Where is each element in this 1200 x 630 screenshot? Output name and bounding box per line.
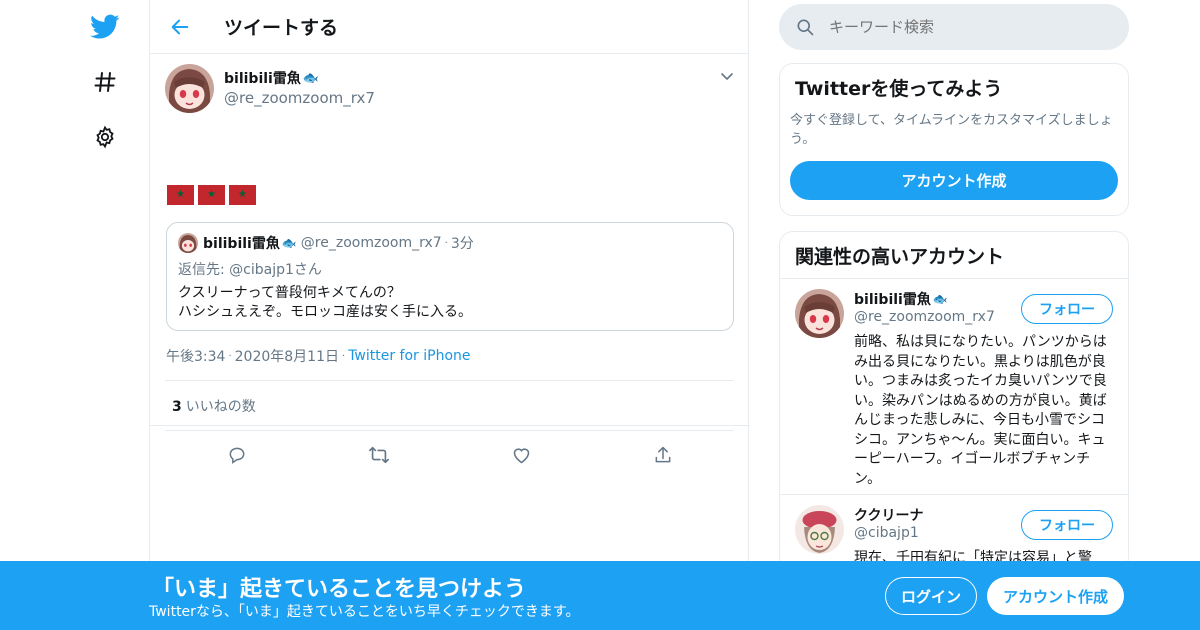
morocco-flag-icon: ★ [229,185,256,205]
tweet-author[interactable]: bilibili雷魚 🐟 @re_zoomzoom_rx7 [224,68,375,108]
account-name[interactable]: ククリーナ [854,505,923,525]
account-item[interactable]: bilibili雷魚 🐟 @re_zoomzoom_rx7 フォロー 前略、私は… [780,278,1128,494]
retweet-icon[interactable] [363,439,395,471]
morocco-flag-icon: ★ [198,185,225,205]
signup-card-title: Twitterを使ってみよう [795,78,1003,100]
separator-dot: · [444,237,448,249]
divider [165,380,734,381]
author-name[interactable]: bilibili雷魚 🐟 [224,68,375,88]
avatar[interactable] [165,64,214,113]
tweet-meta: 午後3:34 · 2020年8月11日 · Twitter for iPhone [166,346,471,366]
avatar[interactable] [795,289,844,338]
signup-bottom-bar: 「いま」起きていることを見つけよう Twitterなら、「いま」起きていることを… [0,561,1200,630]
main-column: ツイートする bilibili雷魚 🐟 @re_zoomzoom_rx7 ★ ★… [149,0,750,630]
quoted-tweet[interactable]: bilibili雷魚 🐟 @re_zoomzoom_rx7 · 3分 返信先: … [166,222,734,331]
settings-gear-icon[interactable] [80,117,130,157]
morocco-flag-icon: ★ [167,185,194,205]
search-bar[interactable] [779,4,1129,50]
quote-author-handle: @re_zoomzoom_rx7 [300,235,442,251]
chevron-down-icon[interactable] [720,68,734,87]
login-button[interactable]: ログイン [885,577,977,615]
separator-dot: · [342,350,346,362]
share-icon[interactable] [647,439,679,471]
page-header: ツイートする [150,0,748,54]
divider [150,425,750,426]
tweet-date[interactable]: 2020年8月11日 [235,346,339,366]
bottom-bar-title: 「いま」起きていることを見つけよう [152,577,527,602]
tweet-time[interactable]: 午後3:34 [166,346,225,366]
signup-button[interactable]: アカウント作成 [987,577,1124,615]
fish-emoji-icon: 🐟 [281,236,297,250]
search-icon [797,19,814,36]
hashtag-icon[interactable] [80,62,130,102]
related-accounts-title: 関連性の高いアカウント [795,246,1005,268]
tweet: bilibili雷魚 🐟 @re_zoomzoom_rx7 ★ ★ ★ bili… [150,54,748,464]
tweet-actions [165,439,734,471]
quote-time: 3分 [450,236,474,252]
account-name[interactable]: bilibili雷魚 🐟 [854,289,948,309]
follow-button[interactable]: フォロー [1021,294,1113,324]
back-button[interactable] [150,0,210,54]
bottom-bar-subtitle: Twitterなら、「いま」起きていることをいち早くチェックできます。 [149,604,580,620]
follow-button[interactable]: フォロー [1021,510,1113,540]
tweet-source-link[interactable]: Twitter for iPhone [348,348,470,364]
divider [165,430,734,431]
account-handle[interactable]: @cibajp1 [854,525,919,541]
signup-card-description: 今すぐ登録して、タイムラインをカスタマイズしましょう。 [790,113,1113,147]
account-bio: 前略、私は貝になりたい。パンツからはみ出る貝になりたい。黒よりは肌色が良い。つま… [854,334,1107,487]
reply-icon[interactable] [221,439,253,471]
like-heart-icon[interactable] [505,439,537,471]
quote-header: bilibili雷魚 🐟 @re_zoomzoom_rx7 · 3分 [178,233,722,253]
quote-text: クスリーナって普段何キメてんの？ ハシシュええぞ。モロッコ産は安く手に入る。 [178,285,472,320]
avatar [178,233,198,253]
quote-author-name: bilibili雷魚 🐟 [203,236,297,252]
fish-emoji-icon: 🐟 [302,70,320,86]
search-input[interactable] [829,18,1089,36]
page-title: ツイートする [224,17,339,39]
account-handle[interactable]: @re_zoomzoom_rx7 [854,309,995,325]
arrow-left-icon [171,19,189,34]
related-accounts-card: 関連性の高いアカウント bilibili雷魚 🐟 @re_zoomzoom_rx… [779,231,1129,571]
author-handle[interactable]: @re_zoomzoom_rx7 [224,89,375,107]
twitter-bird-icon[interactable] [80,7,130,47]
fish-emoji-icon: 🐟 [932,292,948,306]
reply-to-label: 返信先: @cibajp1さん [178,262,322,278]
likes-count[interactable]: 3 いいねの数 [172,396,256,416]
flag-emojis: ★ ★ ★ [167,185,256,205]
create-account-button[interactable]: アカウント作成 [790,161,1118,200]
signup-card: Twitterを使ってみよう 今すぐ登録して、タイムラインをカスタマイズしましょ… [779,63,1129,216]
separator-dot: · [228,350,232,362]
avatar[interactable] [795,505,844,554]
account-item[interactable]: ククリーナ @cibajp1 フォロー 現在、千田有紀に「特定は容易」と警 [780,494,1128,570]
